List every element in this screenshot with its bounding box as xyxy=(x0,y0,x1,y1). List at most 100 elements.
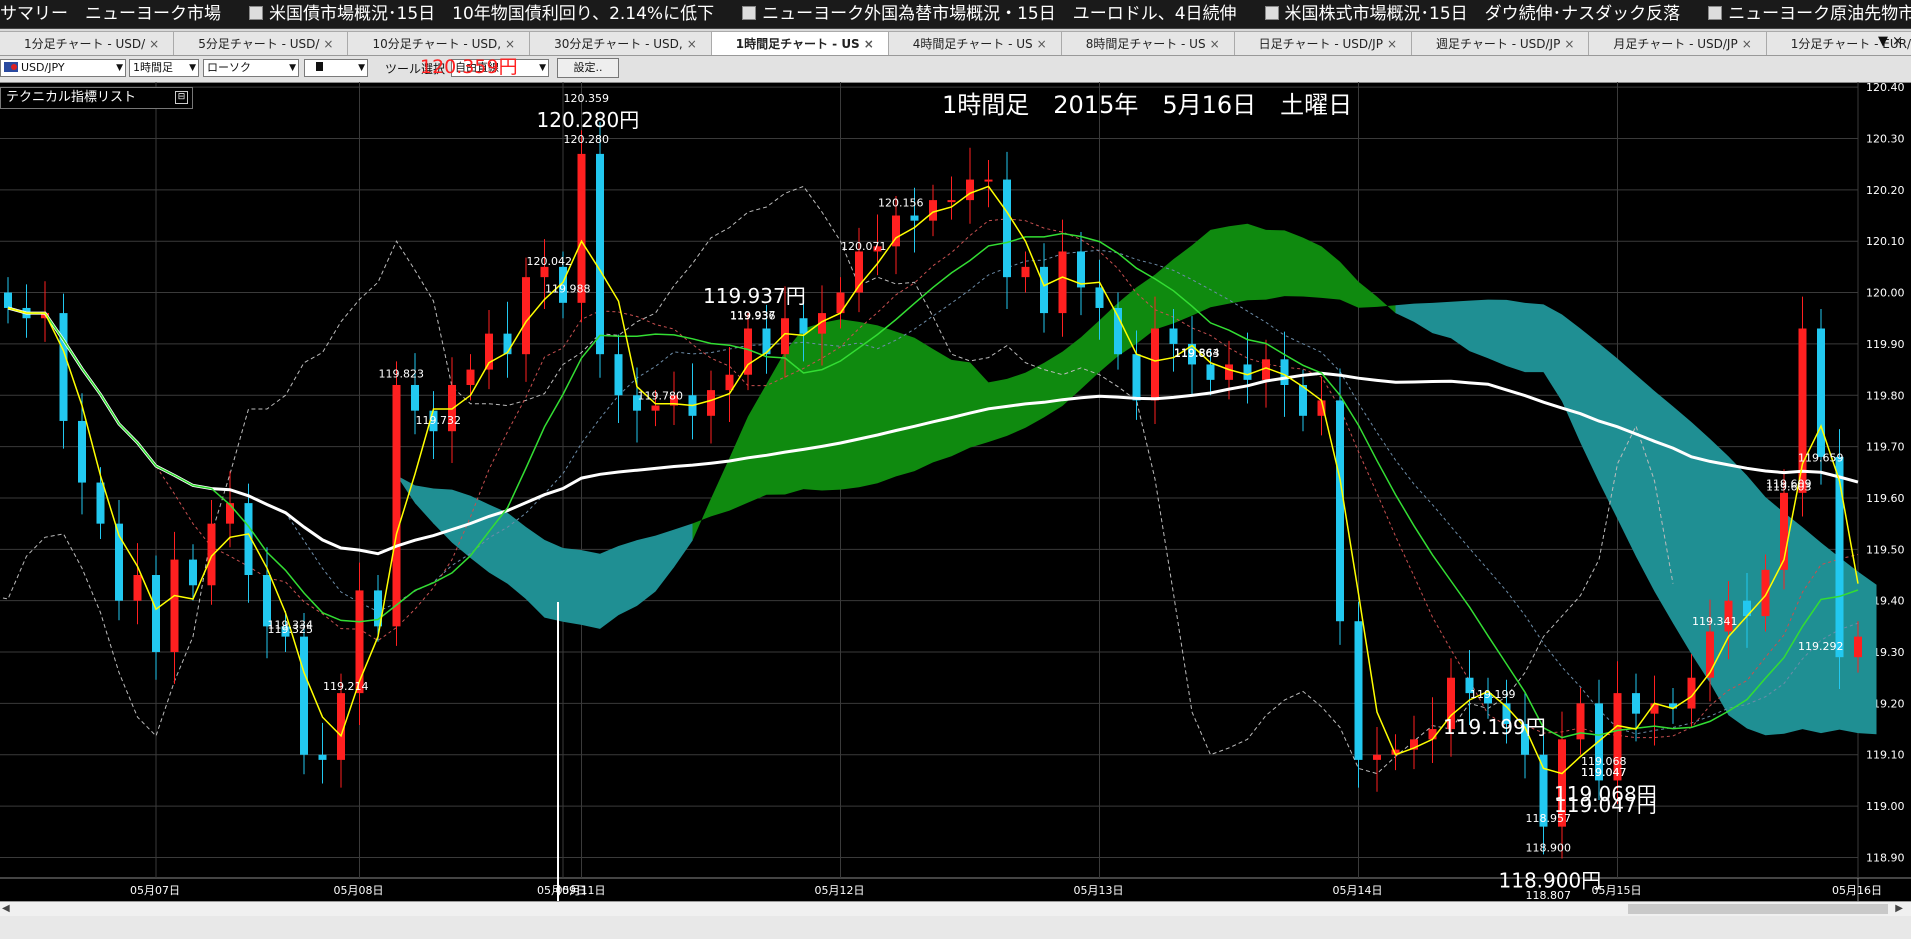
chevron-down-icon: ▼ xyxy=(539,63,546,73)
chart-title: 1時間足 2015年 5月16日 土曜日 xyxy=(942,91,1352,119)
timeframe-value: 1時間足 xyxy=(133,61,173,74)
candle-body xyxy=(133,575,142,601)
chart-tab[interactable]: 5分足チャート - USD/× xyxy=(174,31,349,55)
ticker-item[interactable]: ニューヨーク外国為替市場概況・15日 ユーロドル、4日続伸 xyxy=(742,0,1237,28)
x-tick-label: 05月12日 xyxy=(815,884,865,897)
chart-tab[interactable]: 1時間足チャート - US × xyxy=(711,31,889,55)
tab-overflow-controls[interactable]: ▼ × xyxy=(1878,29,1903,55)
cloud-segment xyxy=(1247,223,1266,301)
candle-body xyxy=(540,266,549,278)
conversion-line xyxy=(7,218,1859,739)
candle-body xyxy=(1225,364,1233,380)
cloud-segment xyxy=(526,526,545,618)
close-icon[interactable]: × xyxy=(1387,37,1397,51)
ticker-item[interactable]: 米国株式市場概況･15日 ダウ続伸･ナスダック反落 xyxy=(1264,0,1680,28)
ticker-item-text: ニューヨーク原油先物市場概況・ xyxy=(1728,4,1911,24)
candle-body xyxy=(1373,754,1381,760)
price-label: 119.780 xyxy=(638,390,684,403)
candle-body xyxy=(1706,631,1714,678)
candle-body xyxy=(1114,307,1122,355)
candle-body xyxy=(799,318,808,334)
price-chart[interactable]: 120.40 120.30 120.20 120.10 120.00 119.90 119.… xyxy=(0,82,1911,901)
chevron-down-icon: ▼ xyxy=(289,63,296,73)
line-style-select[interactable]: ▼ xyxy=(304,59,368,77)
us-flag-icon xyxy=(4,62,18,72)
candle xyxy=(355,562,364,725)
close-icon[interactable]: × xyxy=(687,37,697,51)
candle-body xyxy=(1206,364,1215,380)
close-icon[interactable]: × xyxy=(323,37,333,51)
cloud-segment xyxy=(914,337,933,472)
ticker-item[interactable]: ニューヨーク原油先物市場概況・ xyxy=(1708,0,1911,28)
candle xyxy=(244,483,253,603)
y-tick-label: 119.50 xyxy=(1866,543,1905,556)
y-tick-label: 119.00 xyxy=(1866,800,1905,813)
candle xyxy=(485,310,493,390)
settings-button[interactable]: 設定.. xyxy=(557,58,619,78)
cloud-segment xyxy=(581,550,600,629)
ticker-item[interactable]: サマリー ニューヨーク市場 xyxy=(0,0,221,28)
candle xyxy=(1428,697,1437,763)
candle xyxy=(1539,735,1548,855)
cloud-segment xyxy=(729,416,748,511)
x-tick-label: 05月07日 xyxy=(130,884,180,897)
candle-body xyxy=(189,559,197,586)
price-label: 119.823 xyxy=(379,367,425,380)
candle xyxy=(133,543,142,625)
chart-tab[interactable]: 週足チャート - USD/JP × xyxy=(1412,31,1590,55)
candle-body xyxy=(1169,328,1178,344)
candle xyxy=(41,281,49,342)
ticker-item[interactable]: 米国債市場概況･15日 10年物国債利回り、2.14%に低下 xyxy=(249,0,714,28)
cloud-segment xyxy=(322,394,341,424)
candle-body xyxy=(1003,179,1011,278)
chart-horizontal-scrollbar[interactable]: ◀ ▶ xyxy=(0,901,1911,916)
chart-tab[interactable]: 日足チャート - USD/JP × xyxy=(1234,31,1413,55)
scroll-left-icon[interactable]: ◀ xyxy=(2,902,10,916)
chart-tab[interactable]: 8時間足チャート - US × xyxy=(1061,31,1235,55)
price-label: 119.334 xyxy=(268,619,314,632)
chart-tab[interactable]: 月足チャート - USD/JP × xyxy=(1589,31,1767,55)
collapse-icon[interactable]: ⊟ xyxy=(175,91,188,104)
close-icon[interactable]: × xyxy=(1742,37,1752,51)
currency-pair-select[interactable]: USD/JPY ▼ xyxy=(0,59,126,77)
technical-indicator-list[interactable]: テクニカル指標リスト ⊟ xyxy=(0,87,193,109)
cloud-segment xyxy=(711,457,730,517)
candle-body xyxy=(170,559,179,653)
chart-tab-bar: 1分足チャート - USD/× 5分足チャート - USD/× 10分足チャート -… xyxy=(0,29,1911,56)
candle xyxy=(947,176,956,220)
cloud-segment xyxy=(415,485,434,524)
close-icon[interactable]: × xyxy=(149,37,159,51)
close-icon[interactable]: × xyxy=(1210,37,1220,51)
cloud-segment xyxy=(1044,351,1063,418)
scroll-right-icon[interactable]: ▶ xyxy=(1895,902,1903,916)
candle xyxy=(1650,675,1659,746)
cloud-segment xyxy=(692,498,711,541)
chart-tab-label: 日足チャート - USD/JP xyxy=(1258,37,1383,51)
cloud-segment xyxy=(1173,245,1192,324)
y-tick-label: 119.60 xyxy=(1866,492,1905,505)
chart-tab[interactable]: 4時間足チャート - US × xyxy=(888,31,1062,55)
candle-body xyxy=(152,575,160,653)
candle-body xyxy=(1243,364,1252,380)
cloud-segment xyxy=(1266,229,1285,300)
cloud-segment xyxy=(637,535,656,606)
chart-kind-select[interactable]: ローソク ▼ xyxy=(203,59,299,77)
chart-tab[interactable]: 30分足チャート - USD, × xyxy=(530,31,712,55)
candle-body xyxy=(651,405,660,411)
timeframe-select[interactable]: 1時間足 ▼ xyxy=(129,59,199,77)
candle xyxy=(1632,673,1640,742)
status-bar xyxy=(0,916,1911,939)
close-icon[interactable]: × xyxy=(864,37,874,51)
cloud-segment xyxy=(674,523,693,568)
price-callout: 119.047円 xyxy=(1554,793,1657,817)
chart-tab[interactable]: 1分足チャート - USD/× xyxy=(0,31,175,55)
ticker-item-text: ニューヨーク外国為替市場概況・15日 ユーロドル、4日続伸 xyxy=(762,4,1237,24)
candle-body xyxy=(910,215,919,221)
close-icon[interactable]: × xyxy=(505,37,515,51)
close-icon[interactable]: × xyxy=(1564,37,1574,51)
close-icon[interactable]: × xyxy=(1037,37,1047,51)
x-tick-label: 05月13日 xyxy=(1074,884,1124,897)
candle-body xyxy=(1632,693,1640,714)
candle-body xyxy=(929,200,937,221)
scrollbar-thumb[interactable] xyxy=(1628,904,1888,914)
